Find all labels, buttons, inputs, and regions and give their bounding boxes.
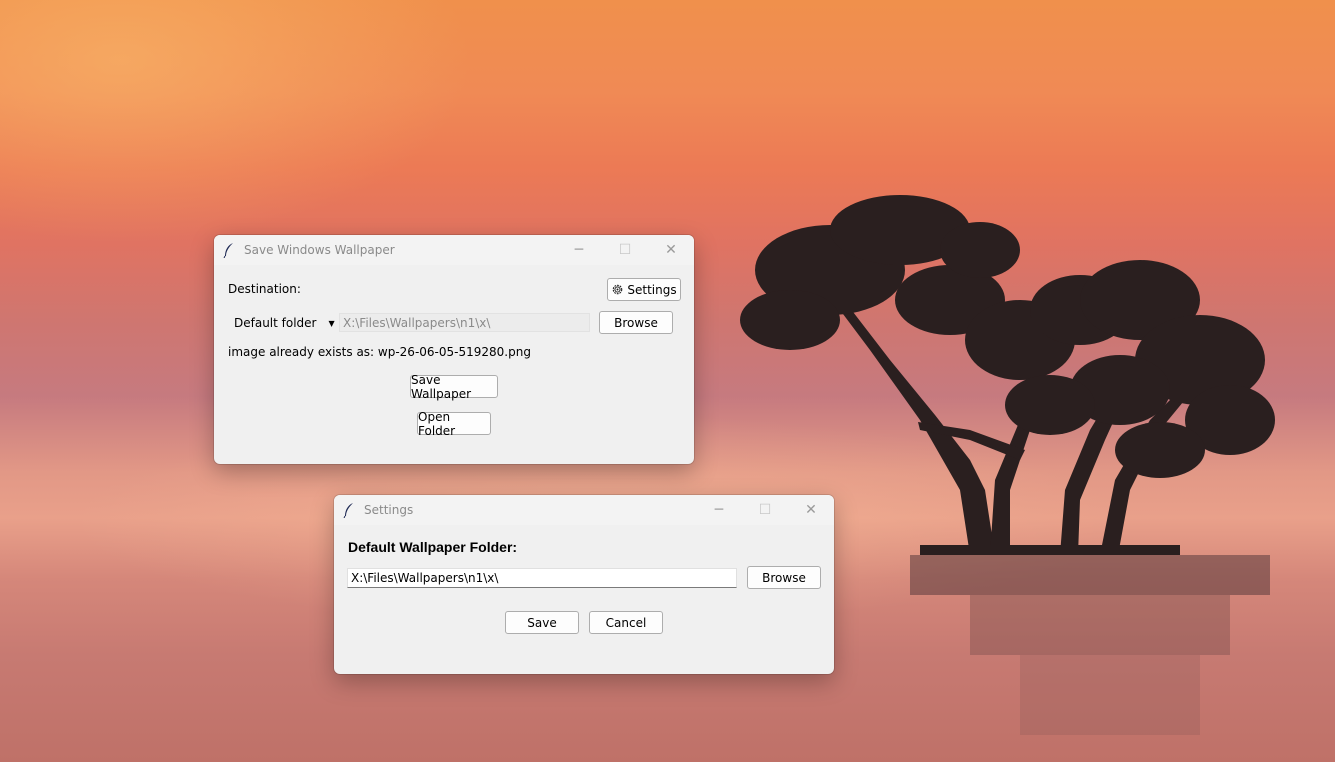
save-wallpaper-button[interactable]: Save Wallpaper (410, 372, 498, 401)
close-button[interactable]: ✕ (788, 495, 834, 525)
save-wallpaper-button-label: Save Wallpaper (411, 372, 472, 401)
gear-icon (611, 283, 624, 296)
minimize-button[interactable]: ─ (556, 235, 602, 265)
settings-heading: Default Wallpaper Folder: (348, 539, 518, 555)
minimize-button[interactable]: ─ (696, 495, 742, 525)
settings-browse-button[interactable]: Browse (747, 566, 821, 589)
save-button[interactable]: Save (505, 611, 579, 634)
caret-down-icon: ▼ (328, 318, 335, 328)
feather-icon (334, 495, 364, 525)
status-message: image already exists as: wp-26-06-05-519… (228, 345, 531, 359)
cancel-button-label: Cancel (605, 615, 647, 630)
destination-path-field[interactable]: X:\Files\Wallpapers\n1\x\ (339, 313, 590, 332)
destination-path-value: X:\Files\Wallpapers\n1\x\ (343, 315, 491, 330)
maximize-button[interactable]: ☐ (602, 235, 648, 265)
cancel-button[interactable]: Cancel (589, 611, 663, 634)
browse-button[interactable]: Browse (599, 311, 673, 334)
settings-button-label: Settings (627, 282, 677, 297)
settings-window: Settings ─ ☐ ✕ Default Wallpaper Folder:… (334, 495, 834, 674)
folder-select-value: Default folder (234, 316, 317, 330)
destination-label: Destination: (228, 282, 301, 296)
save-wallpaper-window: Save Windows Wallpaper ─ ☐ ✕ Destination… (214, 235, 694, 464)
maximize-button[interactable]: ☐ (742, 495, 788, 525)
folder-select[interactable]: Default folder ▼ (228, 313, 336, 333)
browse-button-label: Browse (614, 315, 658, 330)
open-folder-button[interactable]: Open Folder (417, 409, 491, 438)
save-button-label: Save (527, 615, 557, 630)
tree-reflection (910, 555, 1270, 735)
main-titlebar[interactable]: Save Windows Wallpaper ─ ☐ ✕ (214, 235, 694, 265)
feather-icon (214, 235, 244, 265)
open-folder-button-label: Open Folder (418, 409, 456, 438)
window-title: Save Windows Wallpaper (244, 243, 395, 257)
settings-titlebar[interactable]: Settings ─ ☐ ✕ (334, 495, 834, 525)
close-button[interactable]: ✕ (648, 235, 694, 265)
settings-button[interactable]: Settings (607, 278, 681, 301)
window-title: Settings (364, 503, 414, 517)
settings-browse-button-label: Browse (762, 570, 806, 585)
default-folder-input[interactable]: X:\Files\Wallpapers\n1\x\ (347, 568, 737, 588)
default-folder-input-value: X:\Files\Wallpapers\n1\x\ (351, 571, 499, 585)
